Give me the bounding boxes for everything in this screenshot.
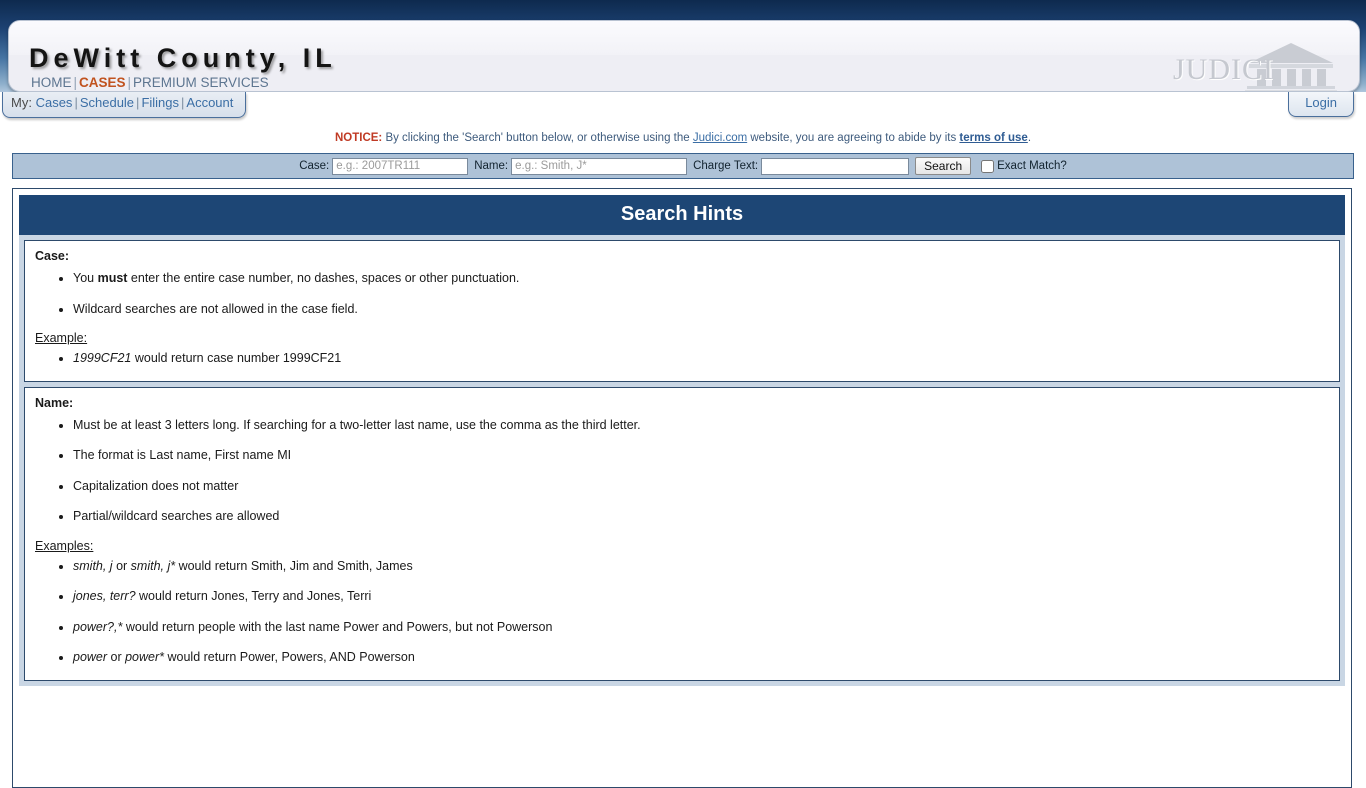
- site-header-panel: DeWitt County, IL HOME | CASES | PREMIUM SER…: [8, 20, 1360, 92]
- case-input[interactable]: [332, 157, 469, 175]
- list-item: jones, terr? would return Jones, Terry a…: [73, 585, 1329, 616]
- exact-match-label: Exact Match?: [997, 160, 1067, 172]
- main-content-container: Search Hints Case: You must enter the en…: [12, 188, 1352, 788]
- charge-text-field-label: Charge Text:: [693, 160, 759, 172]
- list-item: The format is Last name, First name MI: [73, 444, 1329, 475]
- notice-text-1: By clicking the 'Search' button below, o…: [382, 132, 693, 144]
- my-tab-schedule[interactable]: Schedule: [80, 95, 134, 110]
- primary-nav: HOME | CASES | PREMIUM SERVICES: [31, 75, 269, 90]
- hint-heading-name: Name:: [35, 395, 74, 410]
- search-hints-panel: Search Hints Case: You must enter the en…: [19, 195, 1345, 686]
- hint-heading-case: Case:: [35, 249, 70, 263]
- nav-separator: |: [73, 75, 78, 90]
- search-form-bar: Case: Name: Charge Text: Search Exact Match?: [12, 153, 1354, 179]
- page-title: DeWitt County, IL: [29, 43, 337, 73]
- search-hints-body: Case: You must enter the entire case num…: [19, 235, 1345, 686]
- nav-separator: |: [127, 75, 132, 90]
- name-input[interactable]: [511, 157, 688, 175]
- nav-cases[interactable]: CASES: [79, 75, 126, 90]
- hint-section-name: Name: Must be at least 3 letters long. I…: [24, 386, 1340, 681]
- hint-bullets-case: You must enter the entire case number, n…: [35, 267, 1329, 319]
- exact-match-checkbox[interactable]: [981, 159, 995, 173]
- my-tab-filings[interactable]: Filings: [141, 95, 179, 110]
- nav-premium-services[interactable]: PREMIUM SERVICES: [133, 75, 269, 90]
- notice-text-2: website, you are agreeing to abide by it…: [747, 132, 960, 144]
- notice-keyword: NOTICE:: [334, 132, 383, 144]
- exact-match-wrap: Exact Match?: [981, 159, 1067, 173]
- list-item: smith, j or smith, j* would return Smith…: [73, 555, 1329, 586]
- my-tab-cases[interactable]: Cases: [36, 95, 73, 110]
- search-button[interactable]: Search: [915, 157, 972, 175]
- judici-link[interactable]: Judici.com: [693, 132, 747, 144]
- list-item: Wildcard searches are not allowed in the…: [73, 298, 1329, 320]
- hint-subheading-name-examples: Examples:: [35, 538, 94, 553]
- hint-subheading-case-example: Example:: [35, 331, 88, 345]
- hint-example-bullets-case: 1999CF21 would return case number 1999CF…: [35, 347, 1329, 369]
- my-prefix-label: My:: [11, 95, 32, 110]
- list-item: power?,* would return people with the la…: [73, 616, 1329, 647]
- my-tab: My: Cases | Schedule | Filings | Account: [2, 92, 247, 118]
- hint-section-case: Case: You must enter the entire case num…: [24, 240, 1340, 382]
- notice-bar: NOTICE: By clicking the 'Search' button …: [0, 132, 1366, 144]
- list-item: Partial/wildcard searches are allowed: [73, 505, 1329, 527]
- name-field-label: Name:: [474, 160, 509, 172]
- tab-bar-zone: My: Cases | Schedule | Filings | Account Login: [0, 92, 1366, 122]
- my-tab-account[interactable]: Account: [186, 95, 233, 110]
- hint-example-bullets-name: smith, j or smith, j* would return Smith…: [35, 555, 1329, 668]
- list-item: You must enter the entire case number, n…: [73, 267, 1329, 298]
- terms-of-use-link[interactable]: terms of use: [959, 132, 1027, 144]
- notice-text-3: .: [1027, 132, 1032, 144]
- search-form-inner: Case: Name: Charge Text: Search Exact Match?: [299, 154, 1067, 175]
- charge-text-input[interactable]: [761, 157, 910, 175]
- search-hints-title: Search Hints: [19, 195, 1345, 235]
- nav-home[interactable]: HOME: [31, 75, 72, 90]
- list-item: 1999CF21 would return case number 1999CF…: [73, 347, 1329, 369]
- judici-wordmark: JUDICI: [1173, 53, 1274, 86]
- list-item: Capitalization does not matter: [73, 475, 1329, 506]
- list-item: power or power* would return Power, Powe…: [73, 646, 1329, 668]
- judici-logo: JUDICI: [1171, 39, 1341, 91]
- hint-bullets-name: Must be at least 3 letters long. If sear…: [35, 414, 1329, 527]
- list-item: Must be at least 3 letters long. If sear…: [73, 414, 1329, 445]
- tab-separator: |: [74, 95, 78, 110]
- case-field-label: Case:: [299, 160, 330, 172]
- login-button[interactable]: Login: [1288, 92, 1354, 117]
